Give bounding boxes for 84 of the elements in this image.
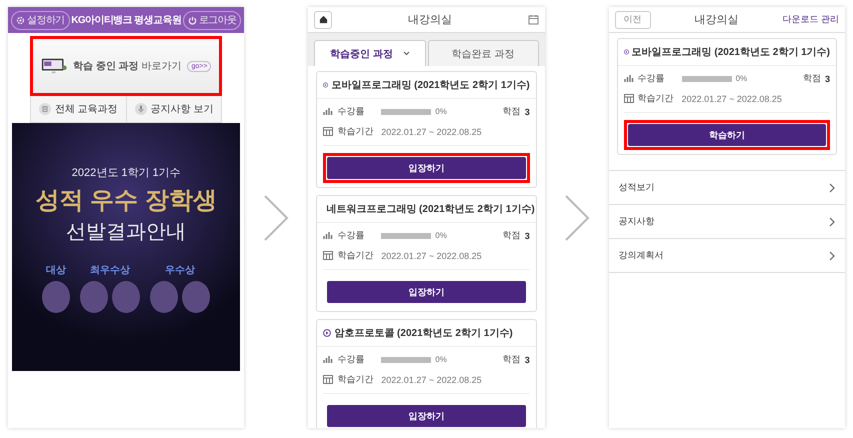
calendar-icon [323, 127, 334, 136]
credit-label: 학점 [502, 229, 521, 242]
chart-icon [323, 355, 334, 364]
credit-value: 3 [524, 354, 530, 364]
chart-icon [323, 107, 334, 116]
period-dates: 2022.01.27 ~ 2022.08.25 [381, 126, 482, 136]
play-icon [624, 48, 629, 56]
enter-button[interactable]: 입장하기 [327, 157, 526, 179]
portrait-placeholder [42, 281, 70, 313]
progress-track [381, 108, 432, 114]
poster-caption: 선발결과안내 [66, 220, 186, 245]
calendar-icon[interactable] [528, 14, 539, 25]
award-label: 최우수상 [90, 264, 130, 277]
course-title: 모바일프로그래밍 (2021학년도 2학기 1기수) [632, 46, 830, 59]
credit-value: 3 [524, 230, 530, 240]
poster-subtitle: 2022년도 1학기 1기수 [72, 166, 181, 180]
page-title: 내강의실 [694, 13, 739, 27]
period-dates: 2022.01.27 ~ 2022.08.25 [682, 94, 782, 104]
progress-reading: 0% [435, 355, 447, 364]
progress-track [381, 232, 432, 238]
course-title: 네트워크프로그래밍 (2021학년도 2학기 1기수) [326, 203, 535, 216]
menu-item[interactable]: 성적보기 [608, 171, 845, 205]
period-dates: 2022.01.27 ~ 2022.08.25 [381, 374, 482, 384]
progress-track [682, 76, 732, 82]
calendar-icon [624, 94, 634, 103]
play-icon [323, 81, 328, 89]
settings-icon [16, 16, 25, 24]
course-title: 암호프로토콜 (2021학년도 2학기 1기수) [334, 327, 513, 340]
quick-link[interactable]: 전체 교육과정 [31, 96, 126, 122]
progress-label: 수강률 [638, 72, 666, 85]
progress-track [381, 356, 432, 362]
portrait-placeholder [150, 281, 178, 313]
chevron-down-icon [402, 51, 410, 56]
credit-label: 학점 [502, 353, 521, 366]
chart-icon [624, 74, 634, 83]
chart-icon [323, 231, 334, 240]
period-label: 학습기간 [337, 249, 374, 262]
course-title: 모바일프로그래밍 (2021학년도 2학기 1기수) [331, 79, 530, 92]
microphone-icon [134, 103, 147, 115]
settings-button[interactable]: 설정하기 [11, 10, 70, 30]
chevron-right-icon [829, 216, 835, 226]
chevron-right-icon [829, 182, 835, 192]
period-label: 학습기간 [337, 125, 374, 138]
calendar-icon [323, 251, 334, 260]
portrait-placeholder [80, 281, 108, 313]
calendar-icon [323, 375, 334, 384]
progress-reading: 0% [736, 74, 748, 83]
play-icon [323, 329, 332, 337]
tab[interactable]: 학습중인 과정 [314, 40, 426, 66]
power-icon [188, 16, 197, 24]
enter-button[interactable]: 입장하기 [327, 281, 526, 303]
home-icon [318, 15, 328, 24]
period-label: 학습기간 [638, 92, 675, 105]
credit-label: 학점 [502, 105, 521, 118]
progress-reading: 0% [435, 107, 447, 116]
quick-link[interactable]: 공지사항 보기 [126, 96, 222, 122]
menu-item[interactable]: 강의계획서 [608, 239, 845, 273]
page-title: 내강의실 [408, 13, 452, 27]
poster-headline: 성적 우수 장학생 [36, 186, 217, 216]
chevron-right-icon [829, 250, 835, 260]
award-label: 우수상 [165, 264, 196, 277]
credit-value: 3 [524, 106, 530, 116]
shortcut-text: 학습 중인 과정 바로가기 [73, 60, 182, 73]
site-title: KG아이티뱅크 평생교육원 [71, 14, 182, 27]
back-button[interactable]: 이전 [614, 10, 651, 28]
progress-reading: 0% [435, 231, 447, 240]
home-button[interactable] [314, 10, 332, 28]
portrait-placeholder [112, 281, 140, 313]
download-link[interactable]: 다운로드 관리 [782, 13, 839, 26]
tab[interactable]: 학습완료 과정 [428, 40, 539, 66]
credit-value: 3 [824, 74, 830, 84]
credit-label: 학점 [802, 72, 821, 85]
enter-button[interactable]: 학습하기 [628, 124, 826, 146]
award-label: 대상 [46, 264, 66, 277]
progress-label: 수강률 [337, 353, 366, 366]
menu-item[interactable]: 공지사항 [608, 205, 845, 239]
document-icon [38, 103, 51, 115]
portrait-placeholder [182, 281, 210, 313]
period-label: 학습기간 [337, 373, 374, 386]
period-dates: 2022.01.27 ~ 2022.08.25 [381, 250, 482, 260]
logout-button[interactable]: 로그아웃 [182, 10, 242, 30]
progress-label: 수강률 [337, 229, 366, 242]
enter-button[interactable]: 입장하기 [327, 405, 526, 427]
progress-label: 수강률 [337, 105, 366, 118]
